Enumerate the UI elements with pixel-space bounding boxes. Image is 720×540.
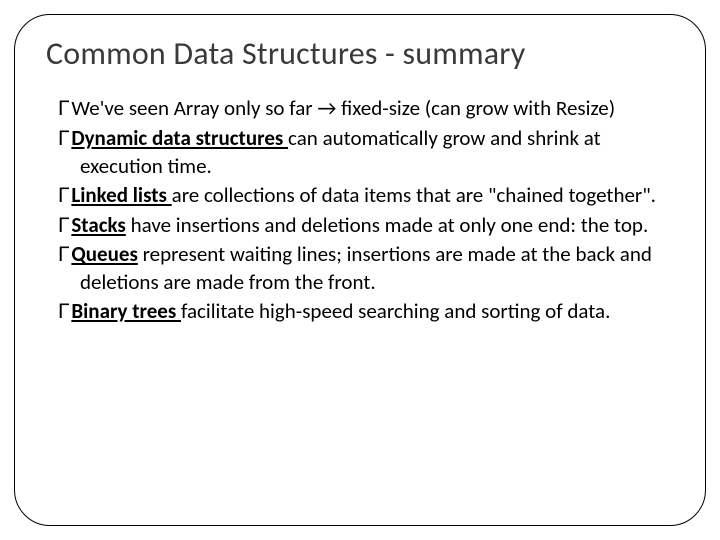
bullet-term: Binary trees — [71, 298, 181, 324]
bullet-text: facilitate high-speed searching and sort… — [181, 298, 610, 324]
bullet-term: Queues — [71, 241, 137, 267]
bullet-list: ГWe've seen Array only so far → fixed-si… — [58, 95, 674, 326]
bullet-term: Linked lists — [71, 182, 171, 208]
bullet-text: We've seen Array only so far — [71, 95, 317, 121]
bullet-icon: Г — [58, 127, 69, 150]
slide-title: Common Data Structures - summary — [46, 34, 692, 73]
arrow-icon: → — [317, 95, 336, 121]
bullet-item: ГStacks have insertions and deletions ma… — [58, 212, 674, 240]
bullet-text: are collections of data items that are "… — [172, 182, 656, 208]
bullet-text: fixed-size (can grow with Resize) — [336, 95, 615, 121]
bullet-item: ГLinked lists are collections of data it… — [58, 182, 674, 210]
bullet-icon: Г — [58, 243, 69, 266]
bullet-item: ГDynamic data structures can automatical… — [58, 125, 674, 180]
bullet-icon: Г — [58, 214, 69, 237]
bullet-item: ГQueues represent waiting lines; inserti… — [58, 241, 674, 296]
bullet-item: ГWe've seen Array only so far → fixed-si… — [58, 95, 674, 123]
bullet-term: Stacks — [71, 212, 125, 238]
bullet-text: represent waiting lines; insertions are … — [80, 241, 652, 295]
bullet-item: ГBinary trees facilitate high-speed sear… — [58, 298, 674, 326]
bullet-icon: Г — [58, 97, 69, 120]
bullet-icon: Г — [58, 184, 69, 207]
bullet-icon: Г — [58, 300, 69, 323]
bullet-term: Dynamic data structures — [71, 125, 288, 151]
bullet-text: have insertions and deletions made at on… — [126, 212, 648, 238]
slide: Common Data Structures - summary ГWe've … — [0, 0, 720, 540]
